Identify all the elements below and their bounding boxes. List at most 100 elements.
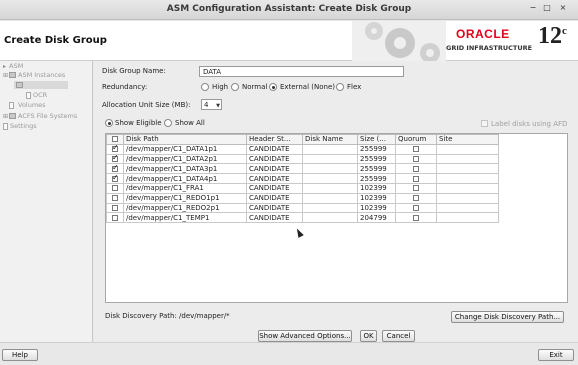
col-size[interactable]: Size (... [357, 134, 396, 145]
radio-flex[interactable] [336, 83, 344, 91]
close-icon[interactable]: × [557, 3, 569, 15]
nav-item-volumes[interactable]: Volumes [9, 101, 48, 109]
radio-flex-label[interactable]: Flex [347, 83, 361, 91]
main-panel: Disk Group Name: DATA Redundancy: High N… [94, 61, 578, 342]
quorum-checkbox[interactable] [395, 182, 437, 194]
quorum-checkbox[interactable] [395, 143, 437, 155]
table-row[interactable]: /dev/mapper/C1_DATA2p1CANDIDATE 255999 [106, 153, 499, 165]
cell-disk-path: /dev/mapper/C1_DATA2p1 [123, 153, 247, 165]
disk-table-container: Disk Path Header St... Disk Name Size (.… [105, 133, 568, 303]
checkbox-icon [112, 175, 119, 182]
allocation-unit-label: Allocation Unit Size (MB): [102, 101, 191, 109]
navigation-tree: ▸ ASM ⊞ ASM Instances Disk Groups OCR Volu… [0, 61, 93, 342]
table-row[interactable]: /dev/mapper/C1_REDO1p1 CANDIDATE 102399 [106, 192, 499, 204]
cell-site [436, 153, 499, 165]
cell-site [436, 212, 499, 224]
cell-header-status: CANDIDATE [246, 192, 303, 204]
oracle-logo: ORACLE GRID INFRASTRUCTURE 12c [446, 23, 574, 59]
label-disks-afd-label: Label disks using AFD [491, 120, 568, 128]
label-disks-afd-checkbox [481, 120, 488, 127]
nav-item-disk-groups[interactable]: Disk Groups [14, 81, 68, 89]
maximize-icon[interactable]: □ [541, 3, 553, 15]
cell-size: 255999 [357, 153, 396, 165]
row-select-checkbox[interactable] [106, 153, 124, 165]
cell-header-status: CANDIDATE [246, 173, 303, 184]
radio-external[interactable] [269, 83, 277, 91]
col-disk-name[interactable]: Disk Name [302, 134, 358, 145]
select-all-checkbox[interactable] [106, 134, 124, 145]
quorum-checkbox[interactable] [395, 202, 437, 214]
col-site[interactable]: Site [436, 134, 499, 145]
row-select-checkbox[interactable] [106, 163, 124, 175]
col-header-status[interactable]: Header St... [246, 134, 303, 145]
radio-normal[interactable] [231, 83, 239, 91]
cell-site [436, 163, 499, 175]
cell-size: 102399 [357, 182, 396, 194]
radio-external-label[interactable]: External (None) [280, 83, 335, 91]
gears-graphic-icon [352, 21, 446, 61]
show-eligible-label[interactable]: Show Eligible [115, 119, 162, 127]
bottom-bar: Help Exit [0, 342, 578, 365]
nav-item-asm-instances[interactable]: ⊞ ASM Instances [3, 71, 65, 79]
cell-disk-name [302, 173, 358, 184]
table-row[interactable]: /dev/mapper/C1_DATA1p1CANDIDATE 255999 [106, 143, 499, 155]
disk-table: Disk Path Header St... Disk Name Size (.… [106, 134, 499, 224]
nav-item-asm[interactable]: ▸ ASM [3, 62, 23, 70]
cell-header-status: CANDIDATE [246, 143, 303, 155]
disk-group-name-label: Disk Group Name: [102, 67, 166, 75]
cell-header-status: CANDIDATE [246, 153, 303, 165]
folder-icon [9, 113, 16, 119]
nav-item-ocr[interactable]: OCR [26, 91, 47, 99]
row-select-checkbox[interactable] [106, 192, 124, 204]
help-button[interactable]: Help [2, 349, 38, 361]
radio-high[interactable] [201, 83, 209, 91]
change-discovery-path-button[interactable]: Change Disk Discovery Path... [451, 311, 564, 323]
row-select-checkbox[interactable] [106, 202, 124, 214]
radio-show-all[interactable] [164, 119, 172, 127]
minimize-icon[interactable]: − [527, 3, 539, 15]
disk-group-name-input[interactable]: DATA [199, 66, 404, 77]
cell-header-status: CANDIDATE [246, 182, 303, 194]
col-disk-path[interactable]: Disk Path [123, 134, 247, 145]
quorum-checkbox[interactable] [395, 192, 437, 204]
cell-site [436, 143, 499, 155]
cell-disk-name [302, 143, 358, 155]
radio-normal-label[interactable]: Normal [242, 83, 267, 91]
radio-high-label[interactable]: High [212, 83, 228, 91]
quorum-checkbox[interactable] [395, 173, 437, 184]
quorum-checkbox[interactable] [395, 212, 437, 224]
row-select-checkbox[interactable] [106, 143, 124, 155]
table-row[interactable]: /dev/mapper/C1_TEMP1 CANDIDATE 204799 [106, 212, 499, 224]
allocation-unit-select[interactable]: 4 ▼ [201, 99, 222, 110]
folder-icon [9, 72, 16, 78]
cell-disk-path: /dev/mapper/C1_DATA1p1 [123, 143, 247, 155]
quorum-checkbox[interactable] [395, 163, 437, 175]
ok-button[interactable]: OK [360, 330, 377, 342]
row-select-checkbox[interactable] [106, 182, 124, 194]
nav-item-acfs[interactable]: ⊞ ACFS File Systems [3, 112, 77, 120]
cancel-button[interactable]: Cancel [382, 330, 415, 342]
cell-size: 102399 [357, 202, 396, 214]
document-icon [9, 101, 14, 109]
table-row[interactable]: /dev/mapper/C1_FRA1 CANDIDATE 102399 [106, 182, 499, 194]
checkbox-icon [112, 214, 118, 221]
checkbox-icon [112, 155, 119, 162]
show-advanced-options-button[interactable]: Show Advanced Options... [258, 330, 352, 342]
table-row[interactable]: /dev/mapper/C1_DATA4p1CANDIDATE 255999 [106, 173, 499, 184]
version-mark: 12c [538, 23, 567, 49]
radio-show-eligible[interactable] [105, 119, 113, 127]
quorum-checkbox[interactable] [395, 153, 437, 165]
cell-disk-path: /dev/mapper/C1_REDO1p1 [123, 192, 247, 204]
nav-item-settings[interactable]: Settings [3, 122, 37, 130]
show-all-label[interactable]: Show All [175, 119, 205, 127]
exit-button[interactable]: Exit [538, 349, 574, 361]
col-quorum[interactable]: Quorum [395, 134, 437, 145]
table-row[interactable]: /dev/mapper/C1_REDO2p1 CANDIDATE 102399 [106, 202, 499, 214]
cell-disk-path: /dev/mapper/C1_FRA1 [123, 182, 247, 194]
cell-disk-path: /dev/mapper/C1_DATA4p1 [123, 173, 247, 184]
table-row[interactable]: /dev/mapper/C1_DATA3p1CANDIDATE 255999 [106, 163, 499, 175]
row-select-checkbox[interactable] [106, 173, 124, 184]
window-title: ASM Configuration Assistant: Create Disk… [166, 4, 412, 14]
row-select-checkbox[interactable] [106, 212, 124, 224]
checkbox-icon [112, 145, 119, 153]
